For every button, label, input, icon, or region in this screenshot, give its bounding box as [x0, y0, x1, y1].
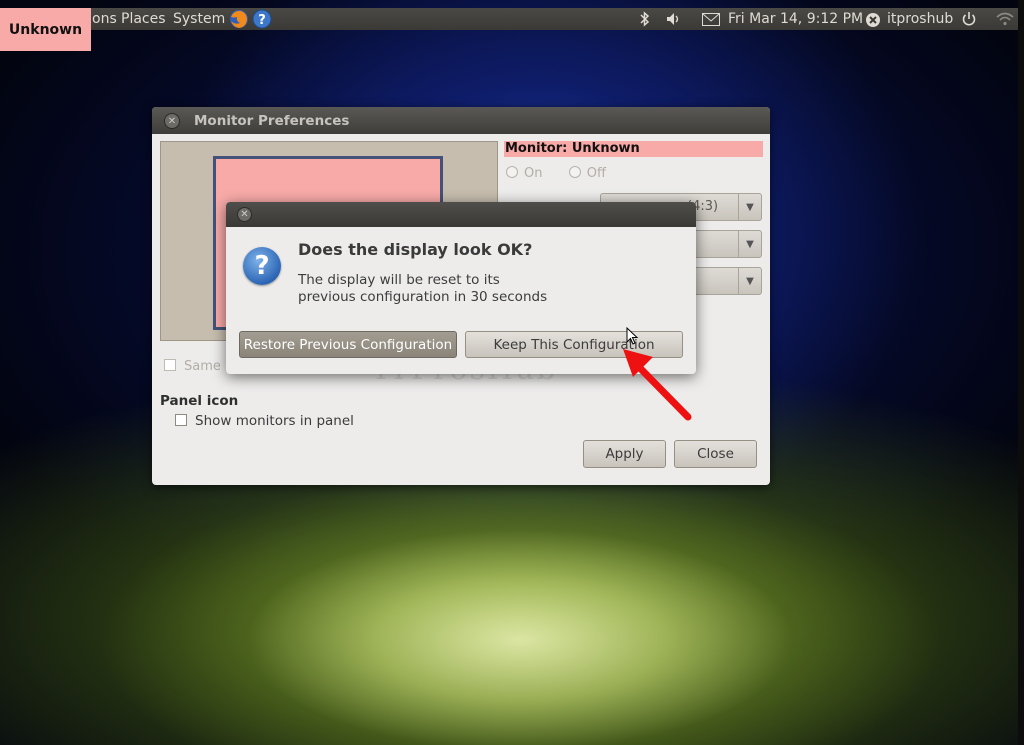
- dialog-close-icon[interactable]: ✕: [237, 207, 252, 222]
- chevron-down-icon: ▼: [738, 231, 761, 257]
- restore-previous-configuration-button[interactable]: Restore Previous Configuration: [239, 331, 457, 358]
- mouse-cursor-icon: [626, 327, 639, 345]
- volume-icon[interactable]: [666, 12, 682, 30]
- chevron-down-icon: ▼: [738, 194, 761, 220]
- dialog-message-line1: The display will be reset to its: [298, 272, 500, 288]
- window-title: Monitor Preferences: [194, 113, 350, 129]
- annotation-arrow-icon: [623, 349, 692, 421]
- user-icon[interactable]: [865, 12, 881, 32]
- window-titlebar[interactable]: ✕ Monitor Preferences: [152, 107, 770, 134]
- show-monitors-checkbox[interactable]: [175, 414, 187, 426]
- power-icon[interactable]: [961, 11, 977, 31]
- svg-text:?: ?: [258, 13, 266, 28]
- same-image-checkbox[interactable]: [164, 359, 176, 371]
- off-radio[interactable]: [568, 166, 581, 178]
- dialog-titlebar[interactable]: ✕: [226, 202, 696, 227]
- apply-button[interactable]: Apply: [583, 440, 666, 468]
- unknown-monitor-badge: Unknown: [0, 8, 91, 51]
- monitor-label: Monitor: Unknown: [504, 141, 763, 157]
- bluetooth-icon[interactable]: [640, 11, 650, 31]
- panel-icon-heading: Panel icon: [160, 393, 239, 409]
- question-icon: ?: [243, 247, 281, 285]
- dialog-message: The display will be reset to its previou…: [298, 272, 547, 306]
- dialog-heading: Does the display look OK?: [298, 240, 533, 259]
- applications-menu[interactable]: ons: [92, 11, 117, 27]
- power-radio-group: On Off: [506, 166, 606, 181]
- close-button[interactable]: Close: [674, 440, 757, 468]
- mail-icon[interactable]: [702, 13, 720, 30]
- chevron-down-icon: ▼: [738, 268, 761, 294]
- show-monitors-option[interactable]: Show monitors in panel: [175, 413, 354, 429]
- firefox-icon[interactable]: [228, 8, 250, 34]
- clock[interactable]: Fri Mar 14, 9:12 PM: [728, 11, 863, 27]
- places-menu[interactable]: Places: [121, 11, 166, 27]
- window-close-icon[interactable]: ✕: [164, 113, 180, 129]
- user-name[interactable]: itproshub: [887, 11, 953, 27]
- dialog-message-line2: previous configuration in 30 seconds: [298, 289, 548, 305]
- off-label: Off: [586, 166, 606, 181]
- on-radio[interactable]: [506, 166, 518, 178]
- system-menu[interactable]: System: [173, 11, 225, 27]
- same-image-option[interactable]: Same i: [164, 359, 229, 374]
- on-label: On: [524, 166, 543, 181]
- wifi-icon[interactable]: [996, 12, 1014, 30]
- help-icon[interactable]: ?: [252, 9, 272, 33]
- same-image-label: Same i: [184, 359, 229, 374]
- top-panel: ons Places System ? Fri Mar 14, 9:12 PM …: [0, 8, 1018, 30]
- screen-edge: [1018, 0, 1024, 745]
- show-monitors-label: Show monitors in panel: [195, 413, 354, 429]
